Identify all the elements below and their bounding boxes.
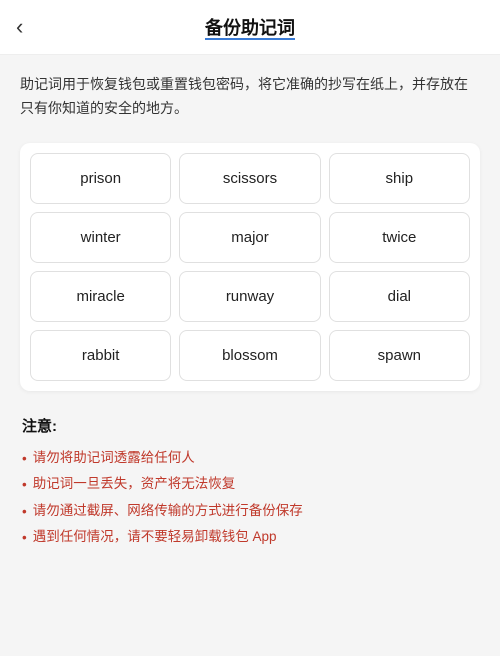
mnemonic-word-4: winter <box>30 212 171 263</box>
mnemonic-word-2: scissors <box>179 153 320 204</box>
notice-item-text: 请勿将助记词透露给任何人 <box>33 446 195 470</box>
notice-list: •请勿将助记词透露给任何人•助记词一旦丢失，资产将无法恢复•请勿通过截屏、网络传… <box>22 446 478 551</box>
mnemonic-word-12: spawn <box>329 330 470 381</box>
mnemonic-word-3: ship <box>329 153 470 204</box>
notice-item-text: 请勿通过截屏、网络传输的方式进行备份保存 <box>33 499 303 523</box>
bullet-icon: • <box>22 447 27 471</box>
mnemonic-grid-container: prisonscissorsship wintermajortwice miracl… <box>20 143 480 391</box>
notice-item-text: 助记词一旦丢失，资产将无法恢复 <box>33 472 236 496</box>
header: ‹ 备份助记词 <box>0 0 500 55</box>
page-title: 备份助记词 <box>205 14 295 40</box>
notice-item-text: 遇到任何情况，请不要轻易卸载钱包 App <box>33 525 277 549</box>
notice-item-4: •遇到任何情况，请不要轻易卸载钱包 App <box>22 525 478 550</box>
main-content: 助记词用于恢复钱包或重置钱包密码，将它准确的抄写在纸上，并存放在只有你知道的安全… <box>0 55 500 572</box>
mnemonic-word-6: twice <box>329 212 470 263</box>
bullet-icon: • <box>22 473 27 497</box>
mnemonic-word-5: major <box>179 212 320 263</box>
mnemonic-word-7: miracle <box>30 271 171 322</box>
mnemonic-word-11: blossom <box>179 330 320 381</box>
mnemonic-word-10: rabbit <box>30 330 171 381</box>
notice-item-1: •请勿将助记词透露给任何人 <box>22 446 478 471</box>
mnemonic-grid: prisonscissorsship wintermajortwice miracl… <box>30 153 470 381</box>
description-text: 助记词用于恢复钱包或重置钱包密码，将它准确的抄写在纸上，并存放在只有你知道的安全… <box>20 73 480 121</box>
mnemonic-word-1: prison <box>30 153 171 204</box>
back-button[interactable]: ‹ <box>16 16 23 38</box>
mnemonic-word-9: dial <box>329 271 470 322</box>
notice-item-3: •请勿通过截屏、网络传输的方式进行备份保存 <box>22 499 478 524</box>
mnemonic-word-8: runway <box>179 271 320 322</box>
notice-section: 注意: •请勿将助记词透露给任何人•助记词一旦丢失，资产将无法恢复•请勿通过截屏… <box>20 415 480 551</box>
notice-item-2: •助记词一旦丢失，资产将无法恢复 <box>22 472 478 497</box>
bullet-icon: • <box>22 500 27 524</box>
bullet-icon: • <box>22 526 27 550</box>
notice-title: 注意: <box>22 415 478 436</box>
